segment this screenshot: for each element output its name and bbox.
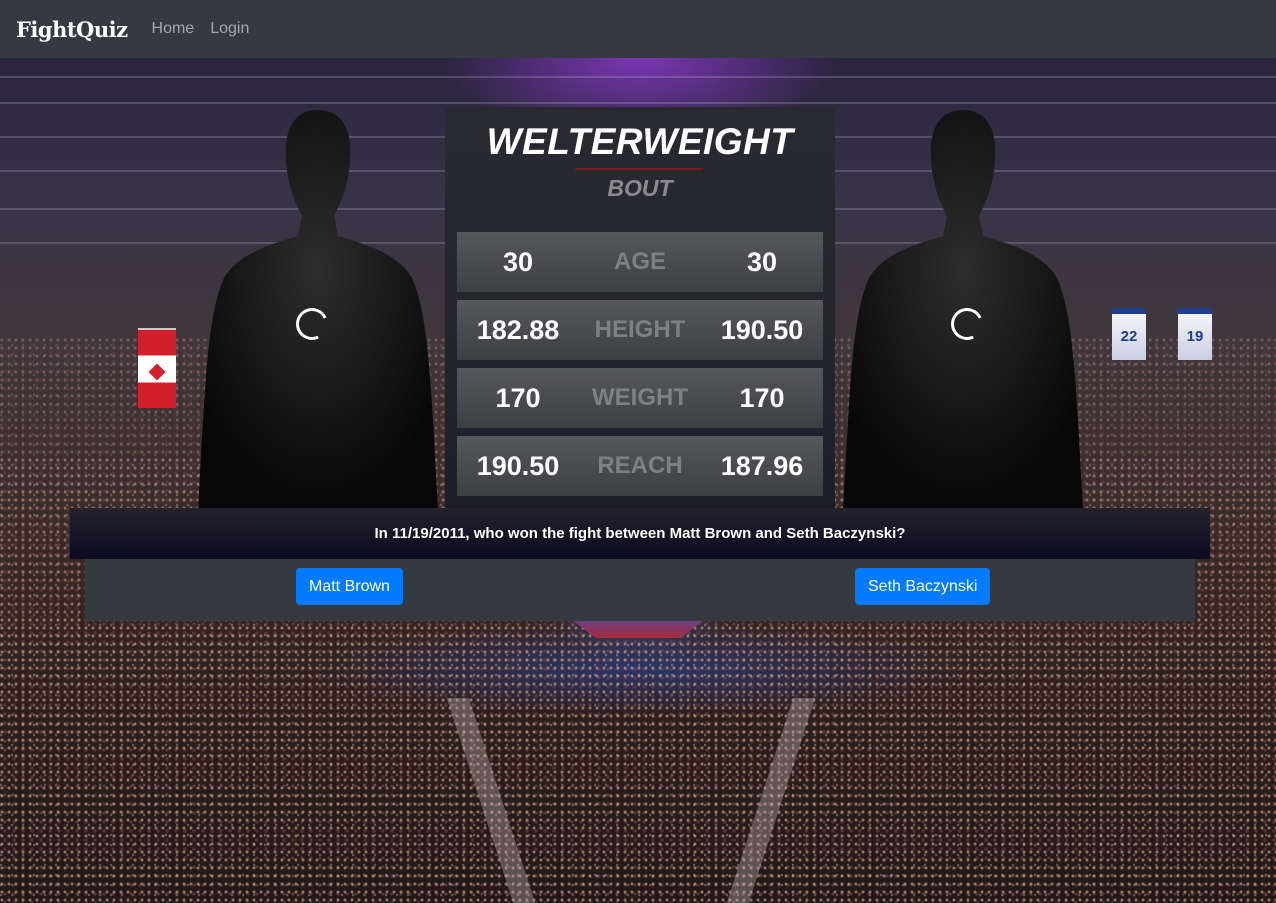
stat-label: AGE [613,248,666,275]
nav-link-home[interactable]: Home [152,20,195,38]
nav-link-login[interactable]: Login [210,20,249,38]
brand-logo[interactable]: FightQuiz [16,17,128,42]
canada-flag [138,328,176,408]
stat-row-weight: 170 WEIGHT 170 [457,368,823,428]
stat-label: REACH [597,452,683,479]
answer-button-right[interactable]: Seth Baczynski [855,568,991,605]
weight-class-title: WELTERWEIGHT [486,121,794,162]
stat-label: WEIGHT [592,384,688,411]
stat-row-reach: 190.50 REACH 187.96 [457,436,823,496]
question-bar: In 11/19/2011, who won the fight between… [70,508,1210,559]
stat-left-value: 190.50 [476,450,560,481]
retired-number-banner: 19 [1178,308,1212,360]
stat-right-value: 30 [746,246,778,277]
stat-row-age: 30 AGE 30 [457,232,823,292]
question-text: In 11/19/2011, who won the fight between… [374,525,906,542]
stat-left-value: 170 [495,382,541,413]
title-underline [575,168,703,170]
answer-panel: Matt Brown Seth Baczynski [85,559,1195,621]
stat-right-value: 170 [739,382,785,413]
bout-stats-card: WELTERWEIGHT BOUT 30 AGE 30 182.88 HEIGH… [445,107,835,509]
stat-right-value: 190.50 [720,314,804,345]
stat-right-value: 187.96 [720,450,804,481]
fighter-left-silhouette [198,108,438,510]
fighter-right-silhouette [843,108,1083,510]
navbar: FightQuiz Home Login [0,0,1276,58]
stat-left-value: 30 [502,246,534,277]
bout-subtitle: BOUT [607,175,673,201]
retired-number-banner: 22 [1112,308,1146,360]
stat-left-value: 182.88 [476,314,560,345]
stat-row-height: 182.88 HEIGHT 190.50 [457,300,823,360]
stat-label: HEIGHT [594,316,686,343]
answer-button-left[interactable]: Matt Brown [296,568,403,605]
